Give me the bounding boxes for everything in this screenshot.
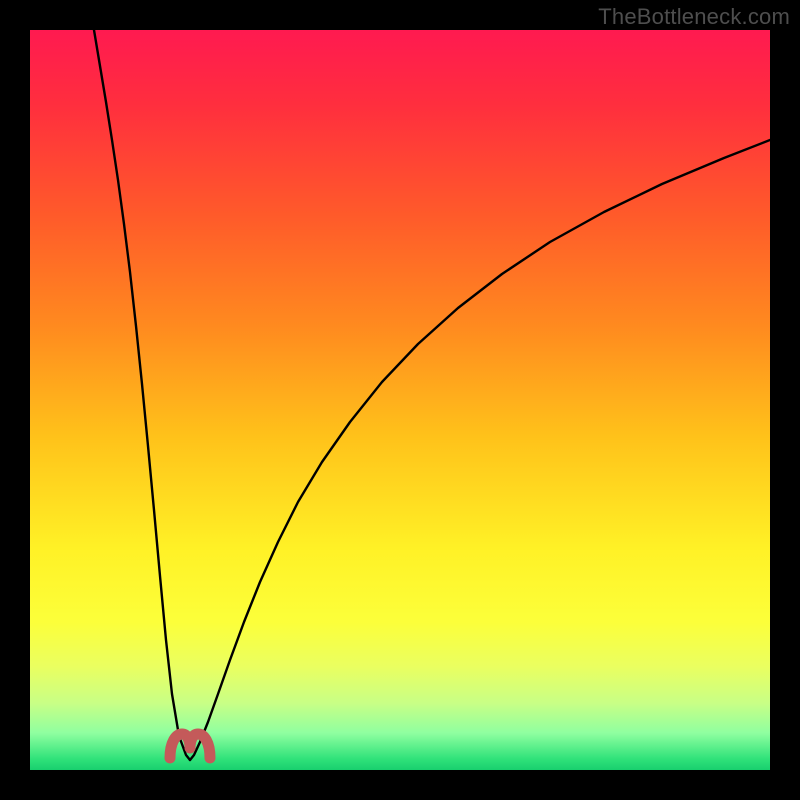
watermark-text: TheBottleneck.com xyxy=(598,4,790,30)
curve-right-branch xyxy=(190,140,770,760)
outer-frame: TheBottleneck.com xyxy=(0,0,800,800)
curve-left-branch xyxy=(94,30,190,760)
plot-area xyxy=(30,30,770,770)
minimum-marker xyxy=(170,734,210,758)
curve-layer xyxy=(30,30,770,770)
